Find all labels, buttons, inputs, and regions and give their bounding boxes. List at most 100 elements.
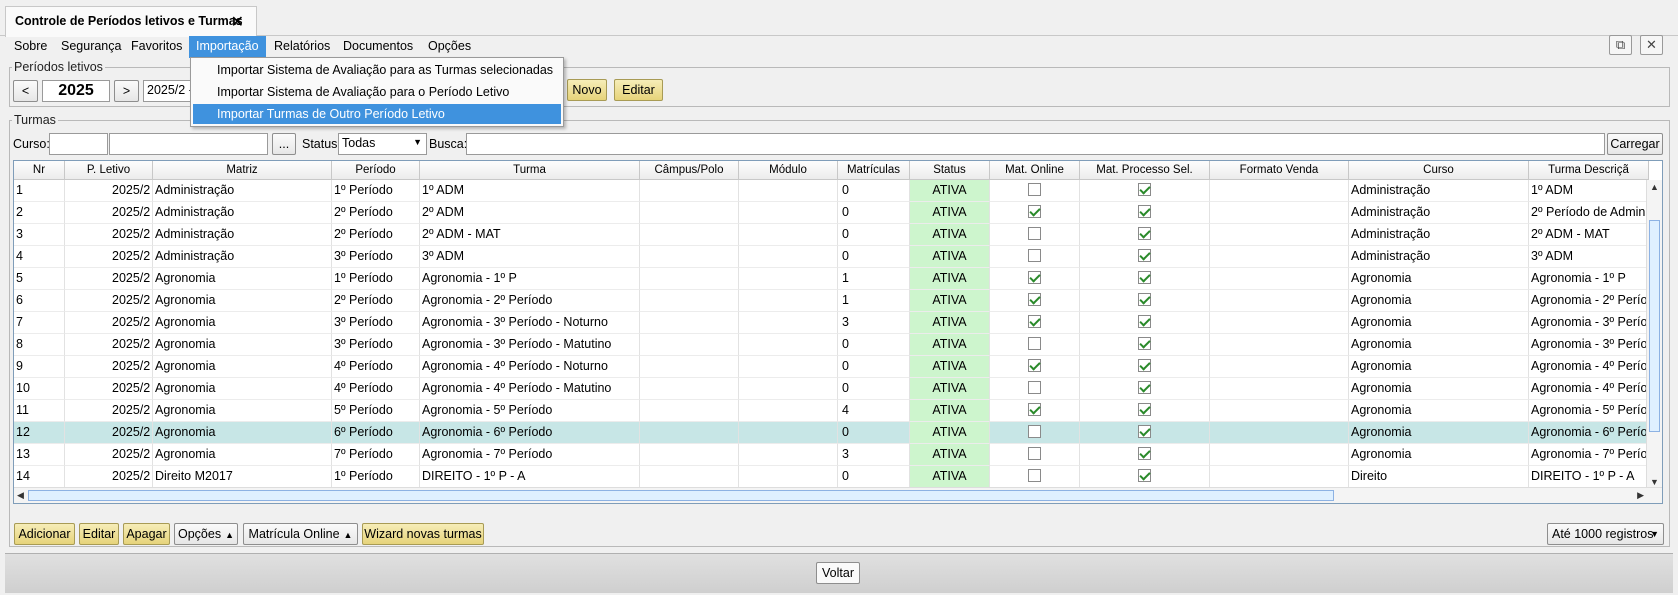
checkbox[interactable] bbox=[1138, 359, 1151, 373]
carregar-button[interactable]: Carregar bbox=[1607, 133, 1663, 155]
checkbox[interactable] bbox=[1028, 403, 1041, 417]
column-header[interactable]: P. Letivo bbox=[65, 161, 153, 180]
checkbox[interactable] bbox=[1028, 359, 1041, 373]
menu-importacao[interactable]: Importação bbox=[189, 36, 266, 58]
checkbox[interactable] bbox=[1138, 315, 1151, 329]
checkbox[interactable] bbox=[1028, 469, 1041, 483]
checkbox[interactable] bbox=[1138, 227, 1151, 241]
modulo-cell bbox=[739, 400, 838, 422]
menu-item-importar-sa-turmas[interactable]: Importar Sistema de Avaliação para as Tu… bbox=[193, 60, 561, 80]
mat-processo-cell bbox=[1080, 334, 1210, 356]
window-close-icon[interactable]: ✕ bbox=[1640, 35, 1663, 55]
table-row[interactable]: 4 2025/2 Administração 3º Período 3º ADM 0 ATI… bbox=[14, 246, 1649, 268]
checkbox[interactable] bbox=[1138, 249, 1151, 263]
editar-turma-button[interactable]: Editar bbox=[79, 523, 119, 545]
column-header[interactable]: Matrículas bbox=[838, 161, 910, 180]
checkbox[interactable] bbox=[1138, 403, 1151, 417]
checkbox[interactable] bbox=[1028, 249, 1041, 263]
column-header[interactable]: Formato Venda bbox=[1210, 161, 1349, 180]
opcoes-button[interactable]: Opções ▲ bbox=[174, 523, 238, 545]
checkbox[interactable] bbox=[1028, 205, 1041, 219]
table-row[interactable]: 6 2025/2 Agronomia 2º Período Agronomia - 2º… bbox=[14, 290, 1649, 312]
matricula-online-button[interactable]: Matrícula Online ▲ bbox=[243, 523, 358, 545]
checkbox[interactable] bbox=[1028, 183, 1041, 197]
checkbox[interactable] bbox=[1138, 271, 1151, 285]
column-header[interactable]: Período bbox=[332, 161, 420, 180]
novo-periodo-button[interactable]: Novo bbox=[567, 79, 607, 101]
checkbox[interactable] bbox=[1138, 381, 1151, 395]
table-row[interactable]: 7 2025/2 Agronomia 3º Período Agronomia - 3º… bbox=[14, 312, 1649, 334]
column-header[interactable]: Status bbox=[910, 161, 990, 180]
checkbox[interactable] bbox=[1138, 337, 1151, 351]
curso-code-input[interactable] bbox=[49, 133, 108, 155]
checkbox[interactable] bbox=[1028, 227, 1041, 241]
table-row[interactable]: 5 2025/2 Agronomia 1º Período Agronomia - 1º… bbox=[14, 268, 1649, 290]
menu-opcoes[interactable]: Opções bbox=[421, 36, 478, 58]
table-row[interactable]: 9 2025/2 Agronomia 4º Período Agronomia - 4º… bbox=[14, 356, 1649, 378]
checkbox[interactable] bbox=[1028, 381, 1041, 395]
scroll-down-icon[interactable]: ▼ bbox=[1650, 477, 1659, 487]
scroll-right-icon[interactable]: ▶ bbox=[1637, 490, 1644, 501]
checkbox[interactable] bbox=[1028, 315, 1041, 329]
checkbox[interactable] bbox=[1028, 293, 1041, 307]
apagar-button[interactable]: Apagar bbox=[123, 523, 170, 545]
vertical-scrollbar[interactable]: ▲ ▼ bbox=[1646, 180, 1662, 489]
year-field[interactable]: 2025 bbox=[42, 80, 110, 102]
table-row[interactable]: 2 2025/2 Administração 2º Período 2º ADM 0 ATI… bbox=[14, 202, 1649, 224]
column-header[interactable]: Nr bbox=[14, 161, 65, 180]
checkbox[interactable] bbox=[1028, 271, 1041, 285]
registros-limit-select[interactable]: Até 1000 registros ▼ bbox=[1547, 523, 1664, 545]
busca-input[interactable] bbox=[466, 133, 1605, 155]
prev-year-button[interactable]: < bbox=[13, 80, 38, 102]
tab-close-icon[interactable]: ✕ bbox=[231, 12, 244, 32]
menu-relatorios[interactable]: Relatórios bbox=[267, 36, 337, 58]
checkbox[interactable] bbox=[1028, 425, 1041, 439]
checkbox[interactable] bbox=[1138, 183, 1151, 197]
menu-sobre[interactable]: Sobre bbox=[7, 36, 54, 58]
checkbox[interactable] bbox=[1138, 425, 1151, 439]
vertical-scroll-thumb[interactable] bbox=[1649, 220, 1660, 432]
table-row[interactable]: 14 2025/2 Direito M2017 1º Período DIREITO -… bbox=[14, 466, 1649, 488]
checkbox[interactable] bbox=[1138, 469, 1151, 483]
column-header[interactable]: Matriz bbox=[153, 161, 332, 180]
menu-favoritos[interactable]: Favoritos bbox=[124, 36, 189, 58]
scroll-left-icon[interactable]: ◀ bbox=[17, 490, 24, 501]
checkbox[interactable] bbox=[1028, 337, 1041, 351]
menu-item-importar-sa-periodo[interactable]: Importar Sistema de Avaliação para o Per… bbox=[193, 82, 561, 102]
status-select[interactable]: Todas ▼ bbox=[338, 133, 427, 155]
horizontal-scroll-thumb[interactable] bbox=[28, 490, 1334, 501]
column-header[interactable]: Mat. Processo Sel. bbox=[1080, 161, 1210, 180]
wizard-novas-turmas-button[interactable]: Wizard novas turmas bbox=[362, 523, 484, 545]
voltar-button[interactable]: Voltar bbox=[816, 562, 860, 584]
column-header[interactable]: Curso bbox=[1349, 161, 1529, 180]
column-header[interactable]: Câmpus/Polo bbox=[640, 161, 739, 180]
column-header[interactable]: Turma Descriçã bbox=[1529, 161, 1649, 180]
menu-item-importar-turmas-outro-periodo[interactable]: Importar Turmas de Outro Período Letivo bbox=[193, 104, 561, 124]
next-year-button[interactable]: > bbox=[114, 80, 139, 102]
editar-periodo-button[interactable]: Editar bbox=[614, 79, 663, 101]
menu-seguranca[interactable]: Segurança bbox=[54, 36, 128, 58]
checkbox[interactable] bbox=[1138, 205, 1151, 219]
scroll-up-icon[interactable]: ▲ bbox=[1650, 182, 1659, 192]
checkbox[interactable] bbox=[1138, 447, 1151, 461]
column-header[interactable]: Módulo bbox=[739, 161, 838, 180]
table-row[interactable]: 11 2025/2 Agronomia 5º Período Agronomia - 5… bbox=[14, 400, 1649, 422]
curso-search-button[interactable]: ... bbox=[272, 133, 296, 155]
column-header[interactable]: Turma bbox=[420, 161, 640, 180]
menu-documentos[interactable]: Documentos bbox=[336, 36, 420, 58]
column-header[interactable]: Mat. Online bbox=[990, 161, 1080, 180]
desc-cell: 3º ADM bbox=[1529, 246, 1649, 268]
adicionar-button[interactable]: Adicionar bbox=[14, 523, 75, 545]
curso-name-input[interactable] bbox=[109, 133, 268, 155]
horizontal-scrollbar[interactable]: ◀ ▶ bbox=[14, 487, 1662, 503]
table-row[interactable]: 10 2025/2 Agronomia 4º Período Agronomia - 4… bbox=[14, 378, 1649, 400]
checkbox[interactable] bbox=[1138, 293, 1151, 307]
table-row[interactable]: 12 2025/2 Agronomia 6º Período Agronomia - 6… bbox=[14, 422, 1649, 444]
table-row[interactable]: 3 2025/2 Administração 2º Período 2º ADM - M… bbox=[14, 224, 1649, 246]
external-window-icon[interactable]: ⧉ bbox=[1609, 35, 1632, 55]
checkbox[interactable] bbox=[1028, 447, 1041, 461]
tab-controle-periodos[interactable]: Controle de Períodos letivos e Turmas ✕ bbox=[5, 6, 257, 37]
table-row[interactable]: 13 2025/2 Agronomia 7º Período Agronomia - 7… bbox=[14, 444, 1649, 466]
table-row[interactable]: 1 2025/2 Administração 1º Período 1º ADM 0 ATI… bbox=[14, 180, 1649, 202]
table-row[interactable]: 8 2025/2 Agronomia 3º Período Agronomia - 3º… bbox=[14, 334, 1649, 356]
